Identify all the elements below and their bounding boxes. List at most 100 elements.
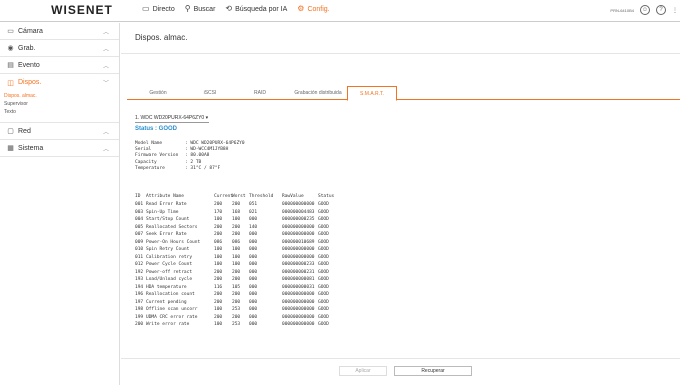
brand-logo[interactable]: WISENET	[30, 3, 134, 17]
table-row: 192 Power-off retract 200 200 000 00000000023…	[135, 269, 375, 277]
col-worst-header: Worst	[232, 194, 246, 199]
attr-current: 200	[214, 269, 223, 275]
attr-raw: 000000010689	[282, 239, 315, 245]
attr-threshold: 000	[249, 299, 258, 305]
attr-name: Spin-Up Time	[146, 209, 179, 215]
attr-current: 200	[214, 224, 223, 230]
tab-smart[interactable]: S.M.A.R.T.	[347, 86, 397, 101]
attr-status: GOOD	[318, 232, 329, 237]
attr-threshold: 000	[249, 314, 258, 320]
attr-worst: 200	[232, 292, 241, 297]
attr-raw: 000000000000	[282, 254, 315, 260]
tab-iscsi[interactable]: iSCSI	[189, 86, 231, 100]
attr-current: 200	[214, 202, 223, 207]
attr-threshold: 000	[249, 322, 258, 327]
attr-id: 011	[135, 254, 144, 260]
attr-id: 200	[135, 322, 144, 327]
attr-threshold: 000	[249, 284, 258, 290]
attr-current: 100	[214, 262, 223, 267]
col-name-header: Attribute Name	[146, 194, 184, 199]
info-value: : 31°C / 87°F	[185, 165, 221, 171]
sidebar-item-label: Evento	[18, 61, 40, 69]
more-icon[interactable]: ⋮	[672, 7, 678, 14]
attr-name: Reallocation count	[146, 292, 195, 297]
nav-directo[interactable]: ▭ Directo	[142, 5, 175, 13]
attr-current: 100	[214, 247, 223, 252]
attr-id: 199	[135, 314, 144, 320]
attr-id: 007	[135, 232, 144, 237]
search-icon: ⚲	[184, 4, 191, 13]
top-bar: WISENET ▭ Directo ⚲ Buscar ⟲ Búsqueda po…	[0, 0, 680, 22]
attr-current: 200	[214, 277, 223, 282]
sidebar-item-evento[interactable]: ▤ Evento ︿	[0, 57, 119, 74]
ai-search-icon: ⟲	[225, 4, 233, 13]
attr-status: GOOD	[318, 262, 329, 267]
attr-threshold: 140	[249, 224, 258, 230]
recover-button[interactable]: Recuperar	[394, 366, 472, 376]
attr-raw: 000000000000	[282, 307, 315, 312]
chevron-down-icon: ▾	[205, 115, 209, 121]
attr-id: 196	[135, 292, 144, 297]
help-icon[interactable]: ?	[656, 5, 666, 15]
subitem-supervisor[interactable]: Supervisor	[4, 100, 119, 108]
top-nav: ▭ Directo ⚲ Buscar ⟲ Búsqueda por IA ⚙ C…	[142, 5, 340, 13]
sidebar-item-label: Dispos.	[18, 79, 42, 86]
disk-select[interactable]: 1. WDC WD20PURX-64P6ZY0 ▾	[135, 115, 210, 123]
table-row: 012 Power Cycle Count 100 100 000 00000000023…	[135, 261, 375, 269]
attr-name: Spin Retry Count	[146, 247, 190, 252]
attr-status: GOOD	[318, 254, 329, 260]
attr-threshold: 000	[249, 217, 258, 222]
attr-status: GOOD	[318, 299, 329, 305]
table-row: 196 Reallocation count 200 200 000 0000000000…	[135, 291, 375, 299]
device-icon: ◫	[7, 79, 14, 87]
attr-status: GOOD	[318, 277, 329, 282]
attr-threshold: 000	[249, 292, 258, 297]
attr-raw: 000000000231	[282, 269, 315, 275]
model-label: PRN-6410B4	[610, 7, 634, 13]
attr-name: Offline scan uncorr	[146, 307, 198, 312]
attr-status: GOOD	[318, 209, 329, 215]
attr-raw: 000000004483	[282, 209, 315, 215]
sidebar-item-sistema[interactable]: ▦ Sistema ︿	[0, 140, 119, 157]
attr-worst: 100	[232, 217, 241, 222]
attr-name: Read Error Rate	[146, 202, 187, 207]
sidebar-item-red[interactable]: ▢ Red ︿	[0, 123, 119, 140]
attr-worst: 100	[232, 254, 241, 260]
attr-name: Power-On Hours Count	[146, 239, 201, 245]
attr-threshold: 021	[249, 209, 258, 215]
attr-status: GOOD	[318, 292, 329, 297]
table-row: 011 Calibration retry 100 100 000 00000000000…	[135, 254, 375, 262]
attr-id: 012	[135, 262, 144, 267]
apply-button[interactable]: Aplicar	[339, 366, 387, 376]
attr-name: Reallocated Sectors	[146, 224, 198, 230]
attr-threshold: 051	[249, 202, 258, 207]
page-title: Dispos. almac.	[135, 33, 188, 42]
sidebar-item-dispos[interactable]: ◫ Dispos. ﹀	[0, 74, 119, 91]
chevron-up-icon: ︿	[102, 147, 109, 153]
nav-config[interactable]: ⚙ Config.	[297, 5, 329, 13]
user-icon[interactable]: ☺	[640, 5, 650, 15]
attr-id: 193	[135, 277, 144, 282]
sidebar-item-camara[interactable]: ▭ Cámara ︿	[0, 23, 119, 40]
tab-raid[interactable]: RAID	[231, 86, 289, 100]
attr-raw: 000000000000	[282, 322, 315, 327]
chevron-up-icon: ︿	[102, 64, 109, 70]
attr-id: 003	[135, 209, 144, 215]
nav-buscar-label: Buscar	[193, 5, 216, 13]
attr-status: GOOD	[318, 269, 329, 275]
subitem-texto[interactable]: Texto	[4, 108, 119, 116]
info-key: Temperature	[135, 165, 165, 171]
tab-gestion[interactable]: Gestión	[127, 86, 189, 100]
divider	[121, 53, 680, 54]
nav-buscar[interactable]: ⚲ Buscar	[185, 5, 216, 13]
subitem-dispos-almac[interactable]: Dispos. almac.	[4, 92, 119, 100]
tab-bar: Gestión iSCSI RAID Grabación distribuida…	[127, 86, 680, 101]
attr-current: 100	[214, 307, 223, 312]
attr-worst: 200	[232, 269, 241, 275]
tab-grabacion-distribuida[interactable]: Grabación distribuida	[289, 86, 347, 100]
attr-threshold: 000	[249, 254, 258, 260]
sidebar-item-grab[interactable]: ◉ Grab. ︿	[0, 40, 119, 57]
nav-busqueda-ia[interactable]: ⟲ Búsqueda por IA	[225, 5, 287, 13]
table-row: 001 Read Error Rate 200 200 051 000000000000 G…	[135, 201, 375, 209]
attr-worst: 253	[232, 322, 241, 327]
